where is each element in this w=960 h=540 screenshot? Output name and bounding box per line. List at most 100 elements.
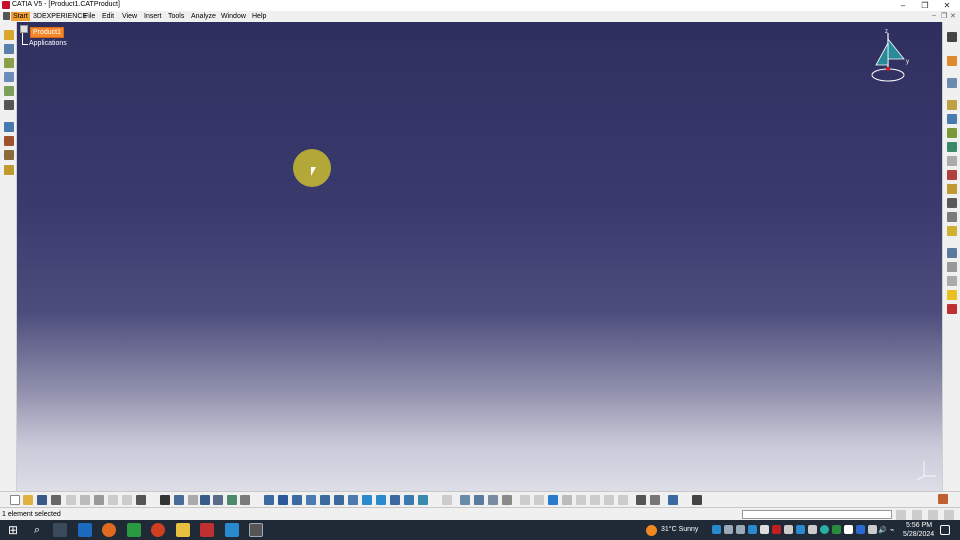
tray-app-icon-8[interactable] (796, 525, 805, 534)
tray-app-icon-1[interactable] (712, 525, 721, 534)
zoom-out-icon[interactable] (334, 495, 344, 505)
view-mode-icon[interactable] (376, 495, 386, 505)
fix-icon[interactable] (947, 170, 957, 180)
weather-icon[interactable] (646, 525, 657, 536)
annotation-icon[interactable] (576, 495, 586, 505)
tip-icon[interactable] (947, 290, 957, 300)
menu-tools[interactable]: Tools (166, 12, 186, 21)
menu-window[interactable]: Window (219, 12, 248, 21)
menu-view[interactable]: View (120, 12, 139, 21)
snap-icon[interactable] (240, 495, 250, 505)
command-input[interactable] (742, 510, 892, 519)
tray-app-icon-9[interactable] (808, 525, 817, 534)
catalog-icon[interactable] (200, 495, 210, 505)
undo-icon[interactable] (108, 495, 118, 505)
print-icon[interactable] (51, 495, 61, 505)
options-icon[interactable] (912, 510, 922, 520)
design-table-icon[interactable] (188, 495, 198, 505)
offset-icon[interactable] (947, 142, 957, 152)
render-icon[interactable] (227, 495, 237, 505)
cut-icon[interactable] (66, 495, 76, 505)
fit-all-in-icon[interactable] (278, 495, 288, 505)
replace-component-icon[interactable] (4, 86, 14, 96)
paste-icon[interactable] (94, 495, 104, 505)
mdi-close-button[interactable]: ✕ (950, 12, 956, 20)
bom-icon[interactable] (618, 495, 628, 505)
menu-3dexperience[interactable]: 3DEXPERIENCE (31, 12, 89, 21)
stop-manipulate-icon[interactable] (502, 495, 512, 505)
open-icon[interactable] (23, 495, 33, 505)
power-input-icon[interactable] (896, 510, 906, 520)
app-taskbar-icon[interactable] (225, 523, 239, 537)
tree-item-applications[interactable]: Applications (29, 40, 67, 47)
constraint-icon[interactable] (947, 100, 957, 110)
formula-icon[interactable] (160, 495, 170, 505)
stop-icon[interactable] (928, 510, 938, 520)
redo-icon[interactable] (122, 495, 132, 505)
fly-mode-icon[interactable] (264, 495, 274, 505)
menu-edit[interactable]: Edit (100, 12, 116, 21)
copy-icon[interactable] (80, 495, 90, 505)
tray-app-icon-6[interactable] (772, 525, 781, 534)
outlook-icon[interactable] (78, 523, 92, 537)
file-explorer-icon[interactable] (176, 523, 190, 537)
device-icon[interactable] (692, 495, 702, 505)
reuse-pattern-icon[interactable] (520, 495, 530, 505)
tray-app-icon-7[interactable] (784, 525, 793, 534)
tree-root-product[interactable]: Product1 (30, 27, 65, 38)
tray-app-icon-11[interactable] (832, 525, 841, 534)
manipulation-icon[interactable] (460, 495, 470, 505)
menu-file[interactable]: File (82, 12, 97, 21)
exit-icon[interactable] (668, 495, 678, 505)
menu-start[interactable]: Start (11, 12, 30, 21)
new-part-icon[interactable] (4, 58, 14, 68)
smart-move-icon[interactable] (488, 495, 498, 505)
coincidence-icon[interactable] (947, 114, 957, 124)
snap-move-icon[interactable] (474, 495, 484, 505)
clock-time[interactable]: 5:56 PM (906, 522, 932, 529)
flexible-icon[interactable] (947, 212, 957, 222)
refresh-icon[interactable] (548, 495, 558, 505)
task-view-icon[interactable] (53, 523, 67, 537)
graph-tree-reordering-icon[interactable] (4, 100, 14, 110)
powerpoint-icon[interactable] (151, 523, 165, 537)
minimize-button[interactable]: – (892, 0, 914, 11)
generate-numbering-icon[interactable] (4, 122, 14, 132)
clock-date[interactable]: 5/28/2024 (903, 531, 934, 538)
select-icon[interactable] (947, 56, 957, 66)
tray-app-icon-4[interactable] (748, 525, 757, 534)
shading-icon[interactable] (390, 495, 400, 505)
whats-this-icon[interactable] (136, 495, 146, 505)
firefox-icon[interactable] (102, 523, 116, 537)
update-icon[interactable] (947, 226, 957, 236)
windows-start-icon[interactable]: ⊞ (6, 523, 20, 537)
camtasia-icon[interactable] (127, 523, 141, 537)
contact-icon[interactable] (947, 128, 957, 138)
notification-icon[interactable] (940, 525, 950, 535)
new-file-icon[interactable] (10, 495, 20, 505)
mdi-minimize-button[interactable]: – (932, 12, 936, 19)
tray-app-icon-5[interactable] (760, 525, 769, 534)
isometric-view-icon[interactable] (362, 495, 372, 505)
tray-app-icon-12[interactable] (844, 525, 853, 534)
symmetry-icon[interactable] (534, 495, 544, 505)
grid-icon[interactable] (213, 495, 223, 505)
maximize-button[interactable]: ❐ (914, 0, 936, 11)
knowledge-icon[interactable] (174, 495, 184, 505)
normal-view-icon[interactable] (348, 495, 358, 505)
zoom-in-icon[interactable] (320, 495, 330, 505)
fix-together-icon[interactable] (947, 184, 957, 194)
active-app-taskbar-icon[interactable] (249, 523, 263, 537)
tray-app-icon-2[interactable] (724, 525, 733, 534)
analysis-icon[interactable] (650, 495, 660, 505)
measure-icon[interactable] (947, 248, 957, 258)
weather-text[interactable]: 31°C Sunny (661, 526, 698, 533)
angle-icon[interactable] (947, 156, 957, 166)
explode-icon[interactable] (442, 495, 452, 505)
product-icon[interactable] (20, 25, 28, 33)
workbench-icon[interactable] (947, 32, 957, 42)
pan-icon[interactable] (292, 495, 302, 505)
weld-icon[interactable] (590, 495, 600, 505)
menu-insert[interactable]: Insert (142, 12, 164, 21)
fit-all-icon[interactable] (947, 78, 957, 88)
